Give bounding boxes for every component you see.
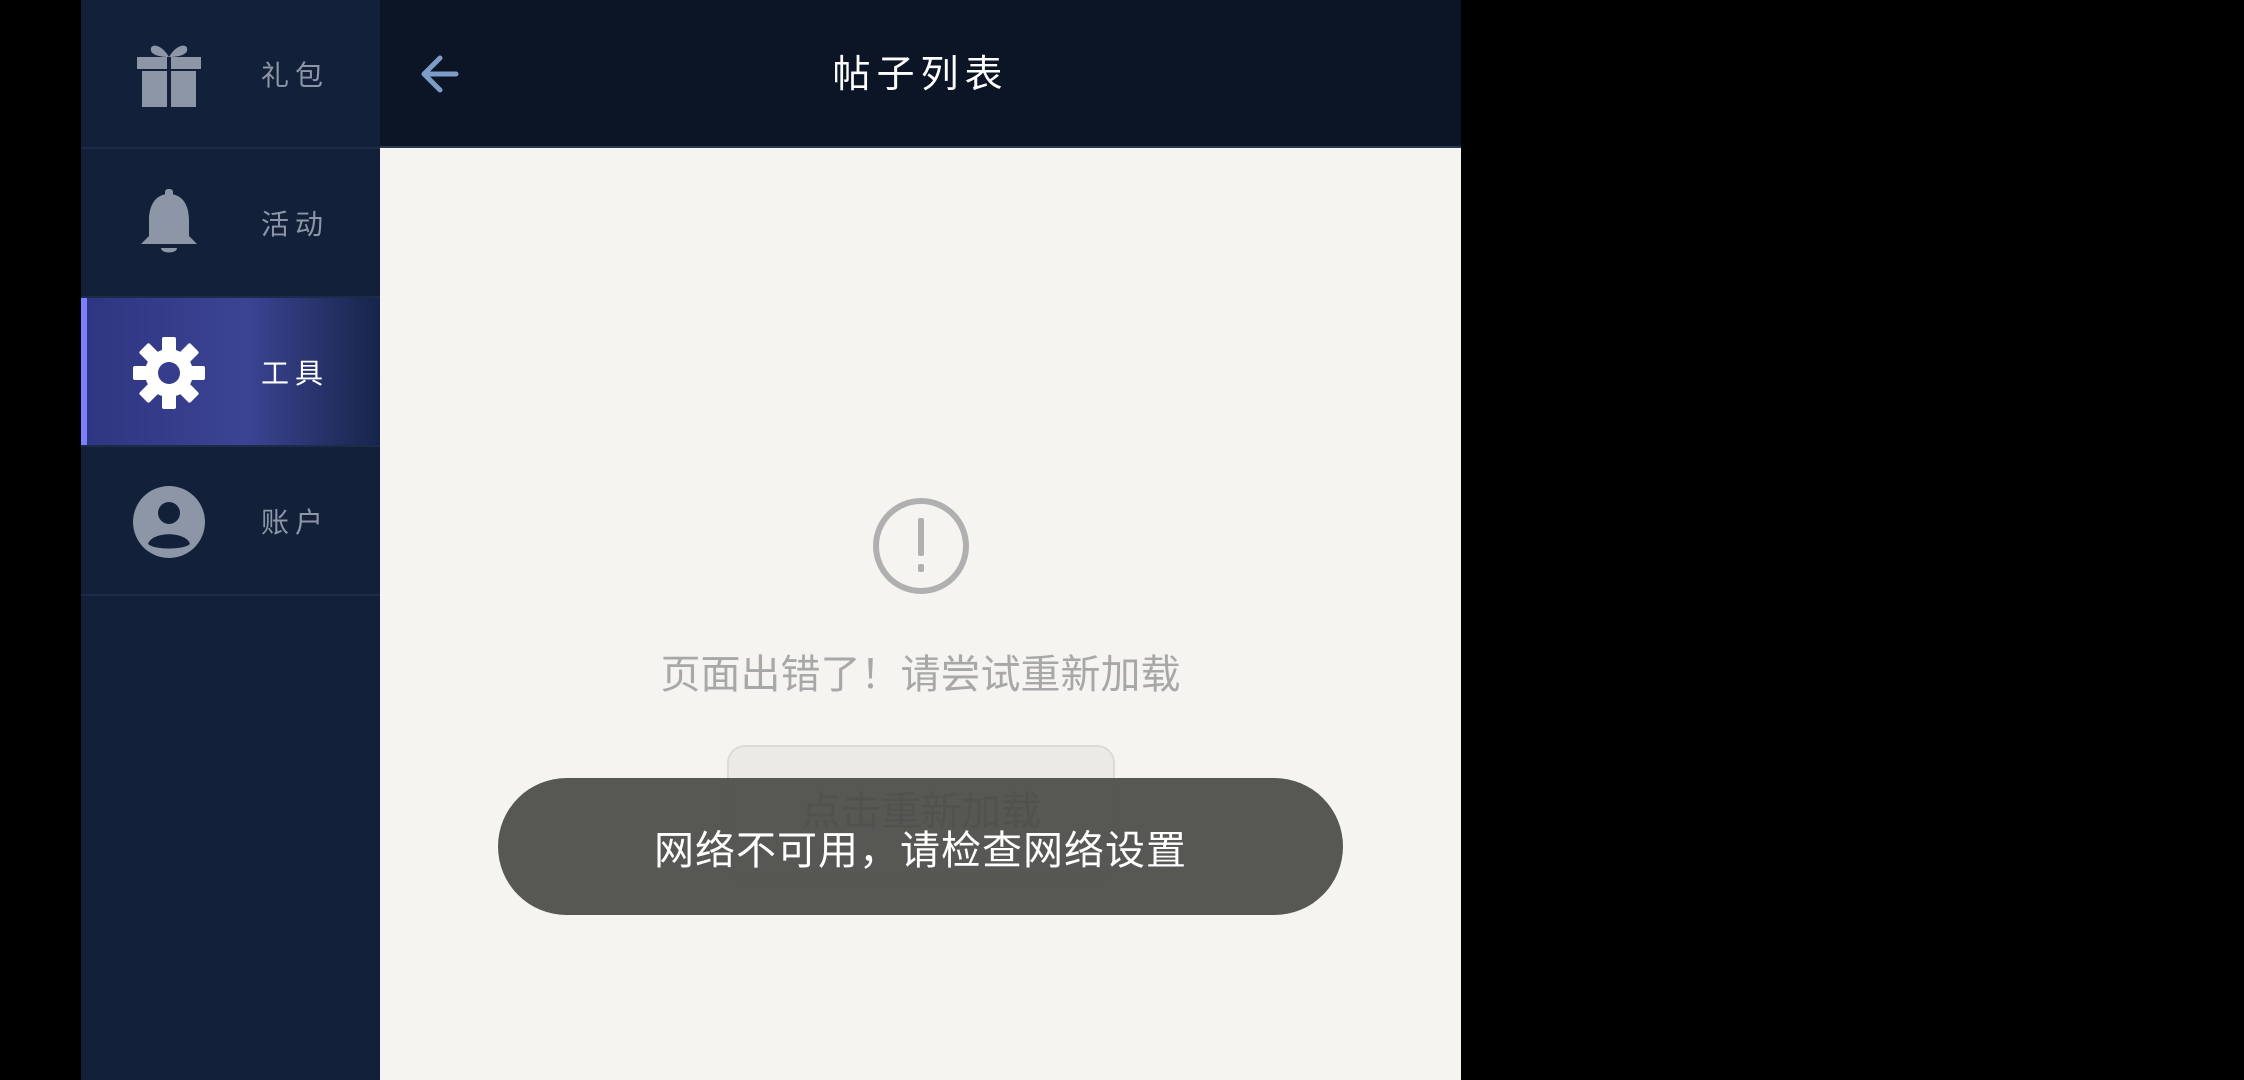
top-bar: 帖子列表 (380, 0, 1461, 148)
toast-notification: 网络不可用，请检查网络设置 (498, 778, 1343, 915)
toast-message: 网络不可用，请检查网络设置 (654, 827, 1187, 874)
sidebar-item-activity[interactable]: 活动 (81, 149, 380, 298)
account-icon (131, 484, 207, 560)
sidebar-item-label: 活动 (261, 207, 330, 241)
main-panel: 帖子列表 页面出错了！请尝试重新加载 点击重新加载 (380, 0, 1461, 1080)
sidebar: 礼包 活动 工具 账户 (81, 0, 380, 1080)
sidebar-item-label: 账户 (261, 505, 330, 539)
sidebar-item-tools[interactable]: 工具 (81, 298, 380, 447)
sidebar-item-account[interactable]: 账户 (81, 447, 380, 596)
exclamation-circle-icon (871, 496, 971, 596)
sidebar-item-label: 礼包 (261, 58, 330, 92)
sidebar-item-gift[interactable]: 礼包 (81, 0, 380, 149)
page-title: 帖子列表 (832, 52, 1009, 96)
gear-icon (131, 335, 207, 411)
gift-icon (131, 37, 207, 113)
bell-icon (131, 186, 207, 262)
app-window: 礼包 活动 工具 账户 帖子列表 页面出错了！请尝试重新加载 网络不可用，请检查… (0, 0, 2244, 1080)
error-message: 页面出错了！请尝试重新加载 (660, 652, 1181, 698)
sidebar-item-label: 工具 (261, 356, 330, 390)
